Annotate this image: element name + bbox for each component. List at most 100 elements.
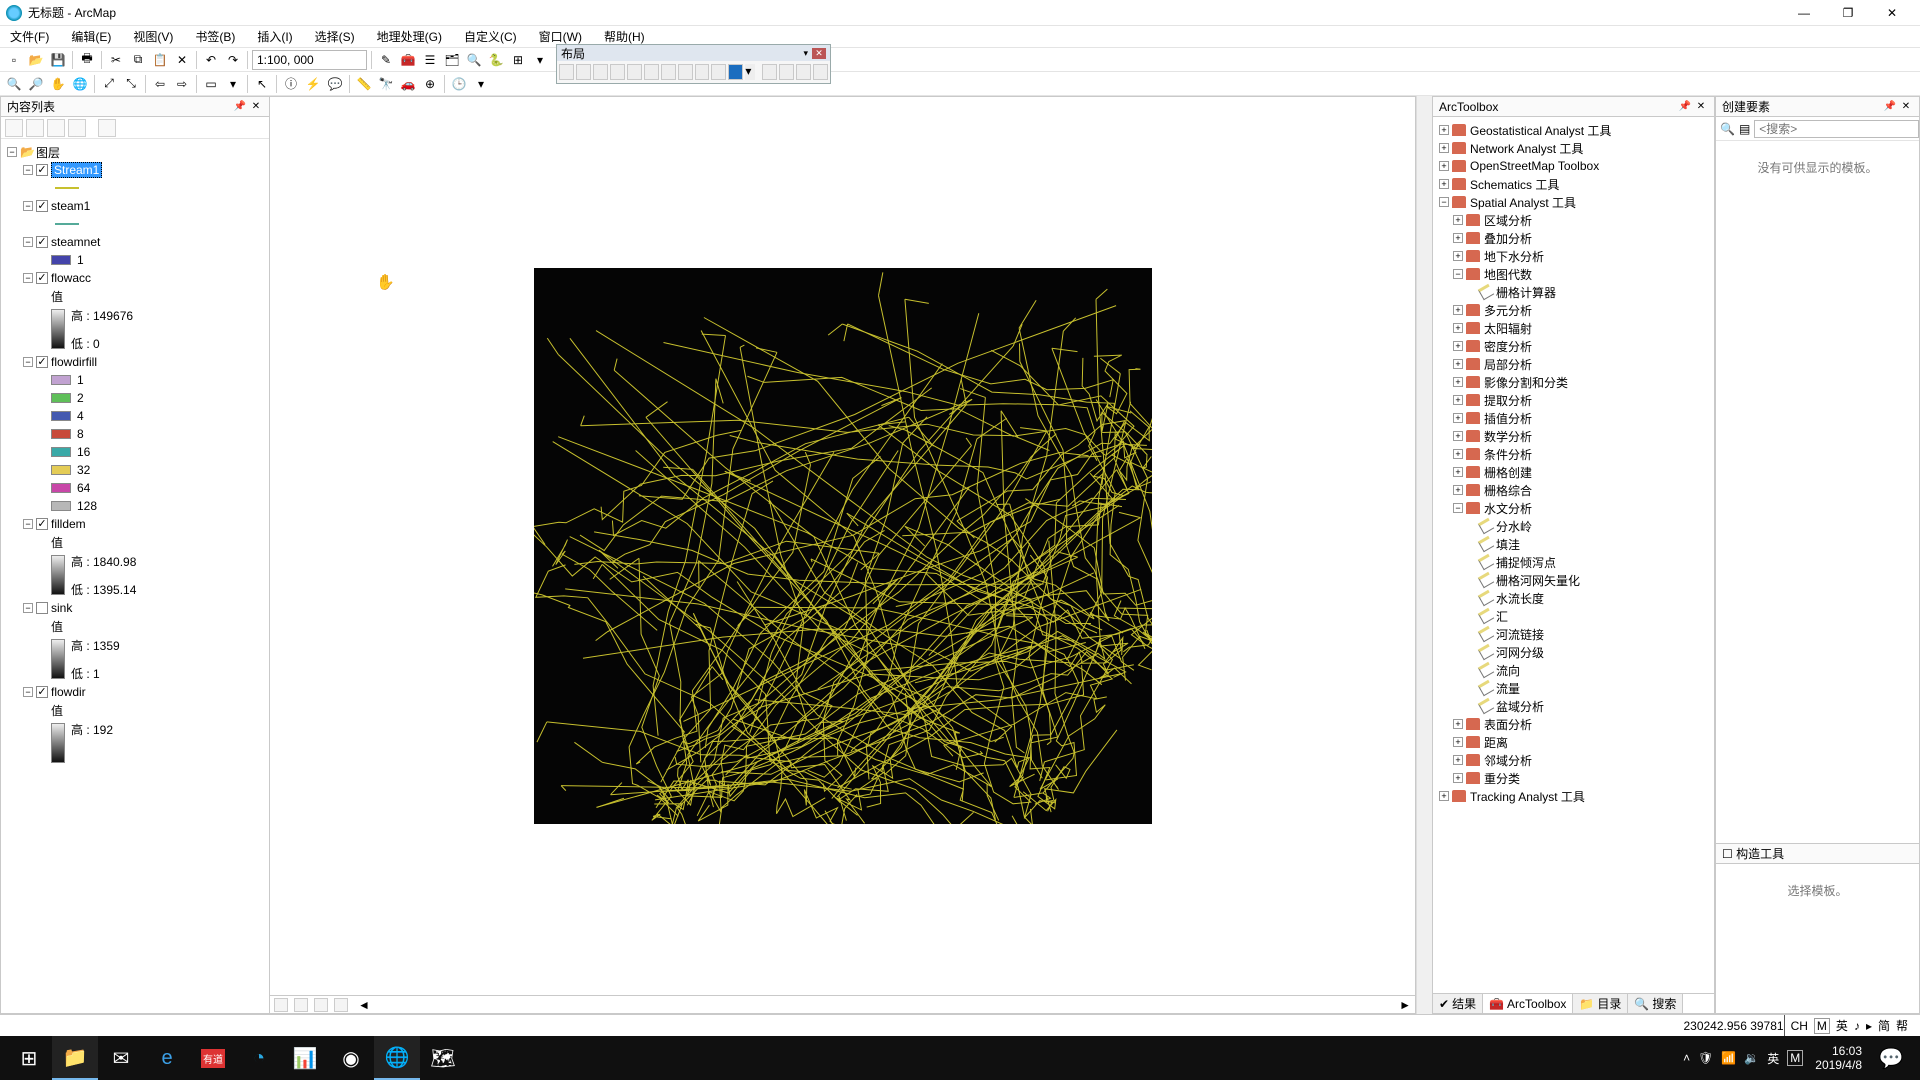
tab-catalog[interactable]: 📁 目录 bbox=[1573, 994, 1628, 1013]
tab-arctoolbox[interactable]: 🧰 ArcToolbox bbox=[1483, 994, 1573, 1013]
taskbar-edge-icon[interactable]: e bbox=[144, 1036, 190, 1080]
select-elements-icon[interactable]: ↖ bbox=[252, 74, 272, 94]
python-icon[interactable]: 🐍 bbox=[486, 50, 506, 70]
toc-pin-icon[interactable]: 📌 bbox=[233, 100, 247, 114]
create-filter-icon[interactable]: 🔍 bbox=[1720, 122, 1735, 136]
map-canvas[interactable]: ✋ bbox=[270, 97, 1415, 995]
tray-volume-icon[interactable]: 🔉 bbox=[1744, 1051, 1759, 1065]
select-features-icon[interactable]: ▭ bbox=[201, 74, 221, 94]
layer-flowdir[interactable]: −flowdir bbox=[7, 683, 267, 701]
layer-flowacc[interactable]: −flowacc bbox=[7, 269, 267, 287]
toc-tree[interactable]: −📂图层−Stream1−steam1−steamnet1−flowacc值高 … bbox=[1, 139, 269, 1013]
toolbox-icon[interactable]: 🧰 bbox=[398, 50, 418, 70]
toolset-距离[interactable]: +距离 bbox=[1435, 733, 1712, 751]
create-list-icon[interactable]: ▤ bbox=[1739, 122, 1750, 136]
ime-help[interactable]: 帮 bbox=[1896, 1017, 1908, 1034]
new-doc-icon[interactable]: ▫ bbox=[4, 50, 24, 70]
tool-水流长度[interactable]: 水流长度 bbox=[1435, 589, 1712, 607]
fixed-zoom-in-icon[interactable]: ⤢ bbox=[99, 74, 119, 94]
delete-icon[interactable]: ✕ bbox=[172, 50, 192, 70]
minimize-button[interactable]: — bbox=[1782, 1, 1826, 25]
layer-label[interactable]: Stream1 bbox=[51, 162, 102, 178]
toolset-区域分析[interactable]: +区域分析 bbox=[1435, 211, 1712, 229]
time-slider-icon[interactable]: 🕒 bbox=[449, 74, 469, 94]
create-close-icon[interactable]: ✕ bbox=[1899, 100, 1913, 114]
toolset-Spatial Analyst 工具[interactable]: −Spatial Analyst 工具 bbox=[1435, 193, 1712, 211]
layer-label[interactable]: flowdirfill bbox=[51, 355, 97, 369]
identify-icon[interactable]: ⓘ bbox=[281, 74, 301, 94]
tool-栅格河网矢量化[interactable]: 栅格河网矢量化 bbox=[1435, 571, 1712, 589]
layer-sink[interactable]: −sink bbox=[7, 599, 267, 617]
hyperlink-icon[interactable]: ⚡ bbox=[303, 74, 323, 94]
create-viewer-icon[interactable]: ▾ bbox=[471, 74, 491, 94]
taskbar-app1-icon[interactable]: 📊 bbox=[282, 1036, 328, 1080]
tray-up-icon[interactable]: ˄ bbox=[1683, 1051, 1690, 1065]
measure-icon[interactable]: 📏 bbox=[354, 74, 374, 94]
toolset-条件分析[interactable]: +条件分析 bbox=[1435, 445, 1712, 463]
toolset-重分类[interactable]: +重分类 bbox=[1435, 769, 1712, 787]
modelbuilder-icon[interactable]: ⊞ bbox=[508, 50, 528, 70]
layer-label[interactable]: flowacc bbox=[51, 271, 91, 285]
layer-label[interactable]: steam1 bbox=[51, 199, 90, 213]
taskbar-arcmap-icon[interactable]: 🌐 bbox=[374, 1036, 420, 1080]
toolbox-tree[interactable]: +Geostatistical Analyst 工具+Network Analy… bbox=[1433, 117, 1714, 993]
toolset-提取分析[interactable]: +提取分析 bbox=[1435, 391, 1712, 409]
toolset-地图代数[interactable]: −地图代数 bbox=[1435, 265, 1712, 283]
toolset-太阳辐射[interactable]: +太阳辐射 bbox=[1435, 319, 1712, 337]
layer-label[interactable]: filldem bbox=[51, 517, 86, 531]
ime-m[interactable]: M bbox=[1814, 1018, 1830, 1034]
toolset-Network Analyst 工具[interactable]: +Network Analyst 工具 bbox=[1435, 139, 1712, 157]
toolset-栅格创建[interactable]: +栅格创建 bbox=[1435, 463, 1712, 481]
dropdown-icon[interactable]: ▾ bbox=[530, 50, 550, 70]
toc-list-by-drawing-icon[interactable] bbox=[5, 119, 23, 137]
layer-steamnet[interactable]: −steamnet bbox=[7, 233, 267, 251]
tool-分水岭[interactable]: 分水岭 bbox=[1435, 517, 1712, 535]
toolset-栅格综合[interactable]: +栅格综合 bbox=[1435, 481, 1712, 499]
taskbar-youdao-icon[interactable]: 有道 bbox=[190, 1036, 236, 1080]
tool-河网分级[interactable]: 河网分级 bbox=[1435, 643, 1712, 661]
menu-bookmarks[interactable]: 书签(B) bbox=[191, 26, 239, 47]
toolset-影像分割和分类[interactable]: +影像分割和分类 bbox=[1435, 373, 1712, 391]
toc-list-by-selection-icon[interactable] bbox=[68, 119, 86, 137]
find-icon[interactable]: 🔭 bbox=[376, 74, 396, 94]
arctoolbox-pin-icon[interactable]: 📌 bbox=[1678, 100, 1692, 114]
layer-checkbox[interactable] bbox=[36, 200, 48, 212]
fixed-zoom-out-icon[interactable]: ⤡ bbox=[121, 74, 141, 94]
copy-icon[interactable]: ⧉ bbox=[128, 50, 148, 70]
create-search-input[interactable] bbox=[1754, 120, 1919, 138]
tool-流向[interactable]: 流向 bbox=[1435, 661, 1712, 679]
scroll-left-icon[interactable]: ◄ bbox=[358, 998, 370, 1012]
clear-selection-icon[interactable]: ▾ bbox=[223, 74, 243, 94]
close-button[interactable]: ✕ bbox=[1870, 1, 1914, 25]
layer-flowdirfill[interactable]: −flowdirfill bbox=[7, 353, 267, 371]
map-vertical-scrollbar[interactable] bbox=[1416, 96, 1432, 1014]
menu-geoprocessing[interactable]: 地理处理(G) bbox=[373, 26, 446, 47]
toolset-邻域分析[interactable]: +邻域分析 bbox=[1435, 751, 1712, 769]
redo-icon[interactable]: ↷ bbox=[223, 50, 243, 70]
create-pin-icon[interactable]: 📌 bbox=[1883, 100, 1897, 114]
pan-icon[interactable]: ✋ bbox=[48, 74, 68, 94]
full-extent-icon[interactable]: 🌐 bbox=[70, 74, 90, 94]
refresh-button[interactable] bbox=[314, 998, 328, 1012]
tray-shield-icon[interactable]: 🛡 bbox=[1698, 1051, 1713, 1065]
layout-toolbar-opts-icon[interactable]: ▾ bbox=[803, 48, 808, 59]
paste-icon[interactable]: 📋 bbox=[150, 50, 170, 70]
taskbar-chrome-icon[interactable]: ◉ bbox=[328, 1036, 374, 1080]
toc-root-label[interactable]: 图层 bbox=[36, 144, 60, 161]
menu-customize[interactable]: 自定义(C) bbox=[460, 26, 521, 47]
menu-view[interactable]: 视图(V) bbox=[129, 26, 177, 47]
taskbar-clock[interactable]: 16:03 2019/4/8 bbox=[1809, 1044, 1868, 1073]
toc-list-by-visibility-icon[interactable] bbox=[47, 119, 65, 137]
tab-results[interactable]: ✔ 结果 bbox=[1433, 994, 1483, 1013]
toolset-叠加分析[interactable]: +叠加分析 bbox=[1435, 229, 1712, 247]
goto-xy-icon[interactable]: ⊕ bbox=[420, 74, 440, 94]
menu-file[interactable]: 文件(F) bbox=[6, 26, 53, 47]
toolset-Schematics 工具[interactable]: +Schematics 工具 bbox=[1435, 175, 1712, 193]
toolset-OpenStreetMap Toolbox[interactable]: +OpenStreetMap Toolbox bbox=[1435, 157, 1712, 175]
tray-ime-m[interactable]: M bbox=[1787, 1050, 1803, 1066]
tool-河流链接[interactable]: 河流链接 bbox=[1435, 625, 1712, 643]
layer-checkbox[interactable] bbox=[36, 356, 48, 368]
layer-label[interactable]: flowdir bbox=[51, 685, 86, 699]
tool-填洼[interactable]: 填洼 bbox=[1435, 535, 1712, 553]
toolset-密度分析[interactable]: +密度分析 bbox=[1435, 337, 1712, 355]
